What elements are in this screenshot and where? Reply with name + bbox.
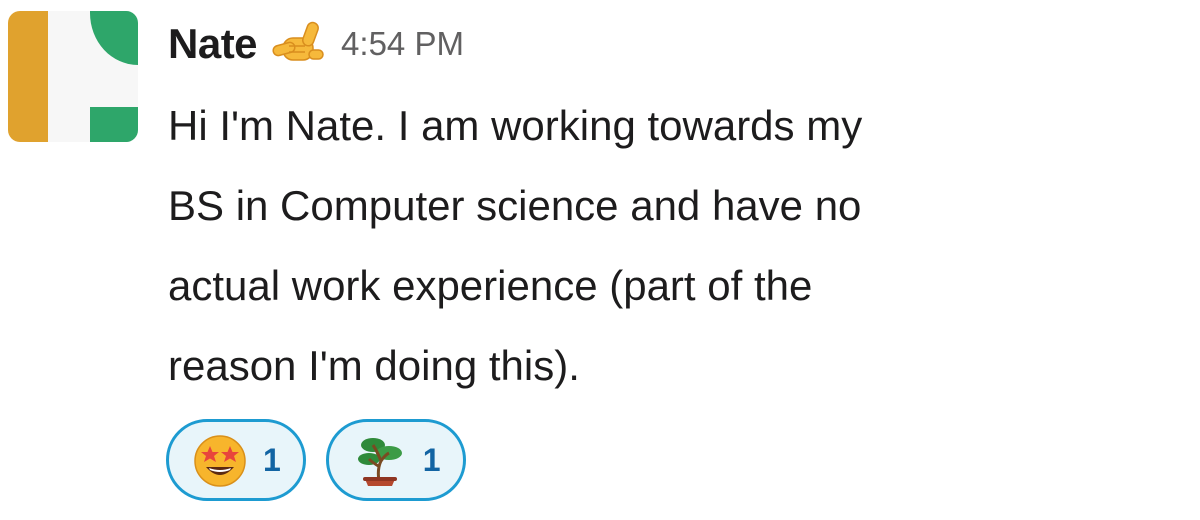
message-body-line: actual work experience (part of the xyxy=(168,262,813,309)
chat-message: Nate 4:54 PM Hi I'm Nate. I am working t… xyxy=(0,0,1200,520)
reaction-bonsai[interactable]: 1 xyxy=(325,419,466,501)
star-struck-icon xyxy=(191,431,249,489)
reaction-count: 1 xyxy=(263,441,281,478)
message-timestamp[interactable]: 4:54 PM xyxy=(341,25,464,63)
message-body-line: reason I'm doing this). xyxy=(168,342,580,389)
message-body-line: BS in Computer science and have no xyxy=(168,182,862,229)
reaction-count: 1 xyxy=(422,441,441,478)
message-body-line: Hi I'm Nate. I am working towards my xyxy=(168,102,863,149)
call-me-hand-icon[interactable] xyxy=(269,18,329,70)
reactions-bar: 1 1 xyxy=(166,419,466,501)
reaction-star-struck[interactable]: 1 xyxy=(166,419,306,501)
message-body: Hi I'm Nate. I am working towards my BS … xyxy=(168,86,1128,406)
bonsai-tree-icon xyxy=(351,431,409,489)
message-header: Nate 4:54 PM xyxy=(168,14,464,74)
avatar-green-top-shape xyxy=(90,11,138,65)
user-avatar[interactable] xyxy=(8,11,138,142)
author-name[interactable]: Nate xyxy=(168,20,258,68)
avatar-green-bottom-shape xyxy=(90,107,138,142)
avatar-orange-bar xyxy=(8,11,48,142)
